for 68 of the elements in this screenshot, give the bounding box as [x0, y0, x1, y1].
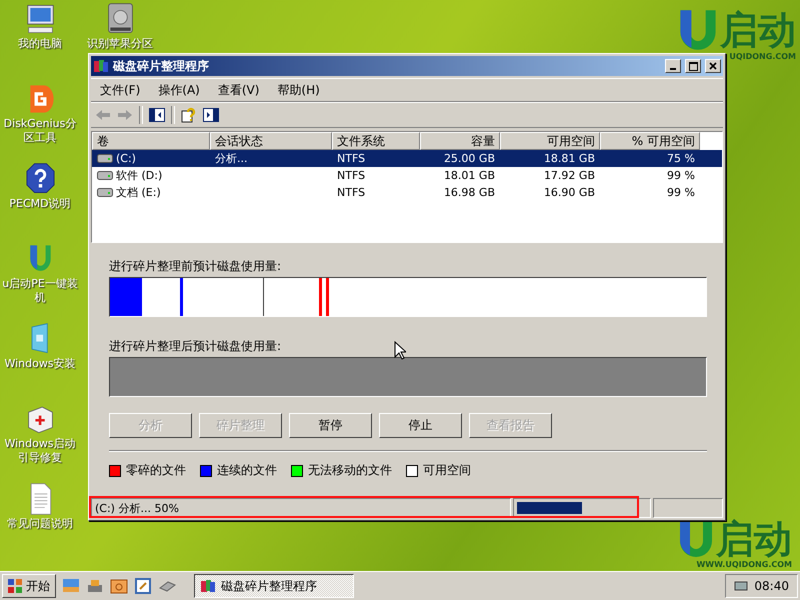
table-cell-text: NTFS	[336, 186, 366, 199]
close-button[interactable]	[705, 59, 721, 73]
status-panel	[653, 498, 723, 518]
volume-row[interactable]: 文档 (E:) NTFS 16.98 GB 16.90 GB 99 %	[92, 184, 722, 201]
drive-icon	[97, 154, 113, 163]
column-header[interactable]: 卷	[92, 132, 210, 150]
menu-item[interactable]: 查看(V)	[208, 82, 268, 98]
start-button[interactable]: 开始	[2, 574, 56, 598]
table-cell: 软件 (D:)	[116, 168, 162, 183]
window-title: 磁盘碎片整理程序	[113, 58, 210, 74]
minimize-icon	[670, 68, 676, 70]
minimize-button[interactable]	[665, 59, 681, 73]
section-label: 进行碎片整理前预计磁盘使用量:	[109, 259, 282, 273]
maximize-icon	[688, 62, 698, 70]
logo-text: 启动	[720, 9, 796, 51]
status-text: (C:) 分析... 50%	[95, 500, 179, 516]
table-cell-text: 99 %	[666, 186, 696, 199]
table-cell-text: 16.98 GB	[442, 186, 496, 199]
volume-row[interactable]: (C:) 分析... NTFS 25.00 GB 18.81 GB 75 %	[92, 150, 722, 167]
close-icon	[709, 62, 717, 70]
menu-item[interactable]: 文件(F)	[91, 82, 150, 98]
legend-label: 无法移动的文件	[308, 462, 392, 479]
logo-website: UQIDONG.COM	[729, 52, 796, 61]
section-label: 进行碎片整理后预计磁盘使用量:	[109, 339, 282, 353]
taskbar-button[interactable]: 磁盘碎片整理程序	[194, 574, 354, 598]
frame-edit-icon[interactable]	[134, 577, 152, 595]
menu-item[interactable]: 帮助(H)	[268, 82, 329, 98]
drive-icon	[97, 188, 113, 197]
column-header[interactable]: 文件系统	[332, 132, 420, 150]
pane-icon[interactable]	[203, 108, 219, 122]
table-cell-text: 17.92 GB	[542, 169, 596, 182]
legend-label: 连续的文件	[217, 462, 277, 479]
column-header[interactable]: 会话状态	[210, 132, 332, 150]
logo-text: 启动	[716, 518, 792, 560]
legend-label: 可用空间	[423, 462, 471, 479]
table-cell-text: NTFS	[336, 152, 366, 165]
drive-icon	[97, 171, 113, 180]
table-cell-text: 18.81 GB	[542, 152, 596, 165]
maximize-button[interactable]	[685, 59, 701, 73]
table-cell-text: NTFS	[336, 169, 366, 182]
table-cell-text: 75 %	[666, 152, 696, 165]
action-button[interactable]: 停止	[379, 413, 462, 438]
help-icon[interactable]	[24, 162, 56, 196]
legend-label: 零碎的文件	[126, 462, 186, 479]
table-cell-text: 分析...	[214, 151, 248, 166]
table-cell-text: 99 %	[666, 169, 696, 182]
column-header[interactable]: % 可用空间	[600, 132, 700, 150]
clock: 08:40	[754, 579, 789, 593]
show-hide-pane-icon[interactable]	[149, 108, 165, 122]
volume-row[interactable]: 软件 (D:) NTFS 18.01 GB 17.92 GB 99 %	[92, 167, 722, 184]
app-icon	[93, 58, 109, 74]
folder-search-icon[interactable]	[110, 577, 128, 595]
printer-icon[interactable]	[86, 577, 104, 595]
table-cell-text: 16.90 GB	[542, 186, 596, 199]
table-cell: (C:)	[116, 152, 136, 165]
start-grid-icon	[8, 579, 22, 593]
mouse-cursor-icon	[394, 341, 406, 361]
table-cell-text: 18.01 GB	[442, 169, 496, 182]
computer-icon[interactable]	[24, 2, 56, 36]
app-icon	[200, 578, 216, 594]
action-button[interactable]: 暂停	[289, 413, 372, 438]
table-cell: 文档 (E:)	[116, 185, 161, 200]
logo-website: WWW.UQIDONG.COM	[696, 560, 792, 569]
column-header[interactable]: 容量	[420, 132, 500, 150]
column-header[interactable]: 可用空间	[500, 132, 600, 150]
help-icon[interactable]	[181, 107, 197, 123]
table-cell-text: 25.00 GB	[442, 152, 496, 165]
menu-item[interactable]: 操作(A)	[149, 82, 209, 98]
